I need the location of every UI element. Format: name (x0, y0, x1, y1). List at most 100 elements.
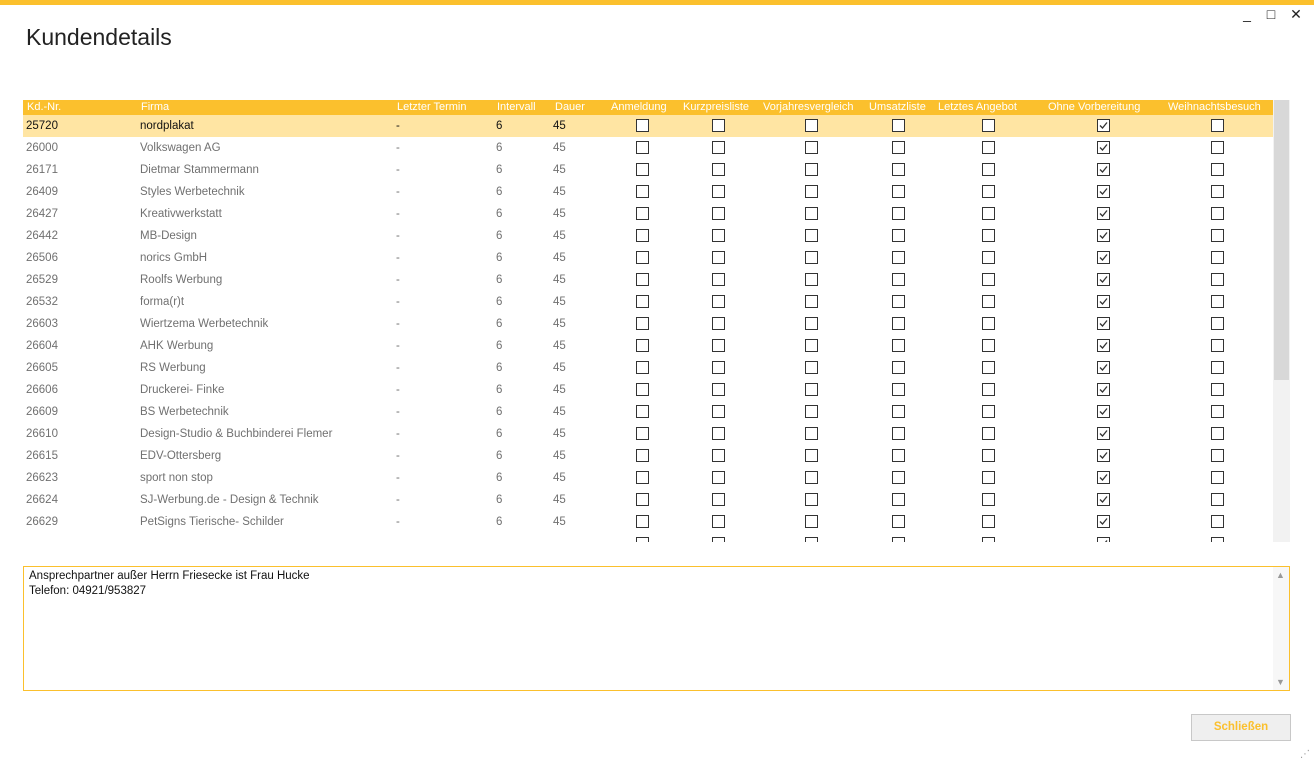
row-checkbox[interactable] (982, 449, 995, 462)
minimize-icon[interactable]: _ (1236, 6, 1258, 26)
row-checkbox[interactable] (982, 493, 995, 506)
row-checkbox[interactable] (982, 185, 995, 198)
row-checkbox-checked[interactable] (1097, 163, 1110, 176)
row-checkbox[interactable] (712, 207, 725, 220)
row-checkbox[interactable] (712, 251, 725, 264)
column-header[interactable]: Letzter Termin (397, 101, 467, 113)
grid-scrollbar-thumb[interactable] (1274, 100, 1289, 380)
row-checkbox[interactable] (805, 339, 818, 352)
row-checkbox[interactable] (805, 383, 818, 396)
row-checkbox[interactable] (805, 471, 818, 484)
row-checkbox[interactable] (982, 427, 995, 440)
row-checkbox[interactable] (712, 119, 725, 132)
row-checkbox-checked[interactable] (1097, 317, 1110, 330)
row-checkbox[interactable] (982, 317, 995, 330)
grid-scrollbar[interactable] (1273, 100, 1290, 542)
row-checkbox[interactable] (1211, 405, 1224, 418)
row-checkbox[interactable] (982, 515, 995, 528)
row-checkbox-checked[interactable] (1097, 383, 1110, 396)
row-checkbox[interactable] (892, 207, 905, 220)
column-header[interactable]: Umsatzliste (869, 101, 926, 113)
column-header[interactable]: Dauer (555, 101, 585, 113)
row-checkbox[interactable] (636, 185, 649, 198)
row-checkbox[interactable] (1211, 339, 1224, 352)
row-checkbox[interactable] (712, 163, 725, 176)
column-header[interactable]: Kurzpreisliste (683, 101, 749, 113)
row-checkbox[interactable] (805, 163, 818, 176)
row-checkbox[interactable] (892, 493, 905, 506)
row-checkbox[interactable] (805, 229, 818, 242)
table-row[interactable]: 26532 forma(r)t - 6 45 (23, 291, 1273, 313)
row-checkbox-checked[interactable] (1097, 405, 1110, 418)
row-checkbox[interactable] (982, 537, 995, 542)
row-checkbox-checked[interactable] (1097, 493, 1110, 506)
row-checkbox[interactable] (636, 361, 649, 374)
row-checkbox-checked[interactable] (1097, 361, 1110, 374)
row-checkbox[interactable] (1211, 295, 1224, 308)
row-checkbox[interactable] (712, 537, 725, 542)
table-row[interactable]: 26171 Dietmar Stammermann - 6 45 (23, 159, 1273, 181)
close-button[interactable]: Schließen (1191, 714, 1291, 741)
row-checkbox[interactable] (636, 339, 649, 352)
row-checkbox[interactable] (805, 361, 818, 374)
column-header[interactable]: Vorjahresvergleich (763, 101, 854, 113)
row-checkbox[interactable] (712, 383, 725, 396)
row-checkbox-checked[interactable] (1097, 251, 1110, 264)
scroll-up-icon[interactable]: ▲ (1276, 570, 1285, 580)
row-checkbox[interactable] (892, 185, 905, 198)
row-checkbox[interactable] (636, 207, 649, 220)
row-checkbox[interactable] (636, 427, 649, 440)
table-row[interactable]: 26409 Styles Werbetechnik - 6 45 (23, 181, 1273, 203)
row-checkbox[interactable] (805, 295, 818, 308)
row-checkbox[interactable] (636, 273, 649, 286)
table-row[interactable]: 26604 AHK Werbung - 6 45 (23, 335, 1273, 357)
close-icon[interactable]: ✕ (1285, 6, 1307, 26)
row-checkbox[interactable] (892, 251, 905, 264)
row-checkbox[interactable] (982, 471, 995, 484)
maximize-icon[interactable]: □ (1260, 6, 1282, 26)
row-checkbox[interactable] (982, 273, 995, 286)
row-checkbox[interactable] (982, 251, 995, 264)
row-checkbox[interactable] (805, 537, 818, 542)
row-checkbox[interactable] (1211, 185, 1224, 198)
row-checkbox[interactable] (892, 449, 905, 462)
row-checkbox[interactable] (805, 273, 818, 286)
column-header[interactable]: Letztes Angebot (938, 101, 1017, 113)
row-checkbox[interactable] (892, 339, 905, 352)
row-checkbox-checked[interactable] (1097, 141, 1110, 154)
row-checkbox[interactable] (805, 405, 818, 418)
row-checkbox[interactable] (636, 493, 649, 506)
row-checkbox[interactable] (805, 515, 818, 528)
row-checkbox[interactable] (1211, 427, 1224, 440)
row-checkbox[interactable] (982, 295, 995, 308)
row-checkbox[interactable] (892, 295, 905, 308)
table-row[interactable]: 26506 norics GmbH - 6 45 (23, 247, 1273, 269)
row-checkbox-checked[interactable] (1097, 537, 1110, 542)
scroll-down-icon[interactable]: ▼ (1276, 677, 1285, 687)
row-checkbox[interactable] (712, 361, 725, 374)
row-checkbox[interactable] (636, 471, 649, 484)
resize-grip-icon[interactable]: ⋰ (1300, 749, 1310, 760)
row-checkbox[interactable] (982, 339, 995, 352)
row-checkbox[interactable] (636, 383, 649, 396)
row-checkbox[interactable] (1211, 317, 1224, 330)
table-row[interactable]: 26623 sport non stop - 6 45 (23, 467, 1273, 489)
row-checkbox[interactable] (892, 317, 905, 330)
row-checkbox[interactable] (1211, 163, 1224, 176)
row-checkbox[interactable] (636, 537, 649, 542)
row-checkbox[interactable] (805, 185, 818, 198)
row-checkbox[interactable] (892, 515, 905, 528)
row-checkbox[interactable] (712, 317, 725, 330)
row-checkbox-checked[interactable] (1097, 515, 1110, 528)
row-checkbox[interactable] (1211, 207, 1224, 220)
row-checkbox[interactable] (982, 229, 995, 242)
notes-textarea[interactable]: Ansprechpartner außer Herrn Friesecke is… (23, 566, 1290, 691)
table-row[interactable]: 26603 Wiertzema Werbetechnik - 6 45 (23, 313, 1273, 335)
row-checkbox[interactable] (712, 471, 725, 484)
column-header[interactable]: Intervall (497, 101, 536, 113)
table-row[interactable]: 26610 Design-Studio & Buchbinderei Flemer… (23, 423, 1273, 445)
row-checkbox[interactable] (1211, 493, 1224, 506)
column-header[interactable]: Anmeldung (611, 101, 667, 113)
column-header[interactable]: Ohne Vorbereitung (1048, 101, 1140, 113)
row-checkbox[interactable] (712, 339, 725, 352)
